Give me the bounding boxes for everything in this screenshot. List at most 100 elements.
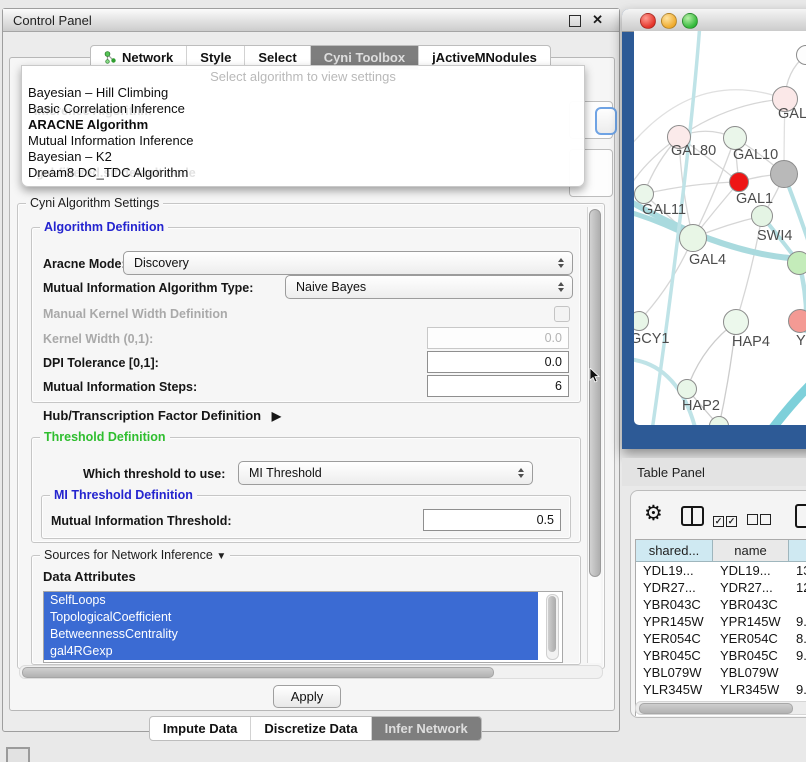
close-icon[interactable]: ✕ [592,12,603,28]
apply-button[interactable]: Apply [273,685,341,708]
attribute-list-item[interactable]: BetweennessCentrality [44,626,538,643]
table-row[interactable]: YER054CYER054C8. [636,630,806,647]
ghost-inference-algorithm-label: Inference Algorithm [34,104,152,118]
table-row[interactable]: YDR27...YDR27...12 [636,579,806,596]
cyni-settings-title: Cyni Algorithm Settings [26,196,163,210]
table-cell: 8. [789,630,806,647]
sources-title: Sources for Network Inference ▼ [40,548,230,562]
network-node-gal1[interactable] [729,172,749,192]
column-header-shared...[interactable]: shared... [636,540,713,562]
attribute-list-item[interactable]: SelfLoops [44,592,538,609]
table-panel-titlebar[interactable]: Table Panel [622,458,806,486]
node-label: GAL1 [736,191,773,207]
panel-icon[interactable] [795,504,806,528]
table-row[interactable]: YBR045CYBR045C9. [636,647,806,664]
table-row[interactable]: YBR043CYBR043C [636,596,806,613]
ghost-default-node-label: gal-filtered.sif default node [36,166,196,180]
popup-placeholder: Select algorithm to view settings [22,69,584,84]
node-label: SWI4 [757,228,792,244]
table-row[interactable]: YLR345WYLR345W9. [636,681,806,698]
tab-label: Discretize Data [264,721,357,736]
settings-horizontal-scrollbar-thumb[interactable] [22,667,494,678]
mi-threshold-input[interactable]: 0.5 [423,509,561,531]
collapsed-widget[interactable] [6,747,30,762]
tab-impute-data[interactable]: Impute Data [150,717,250,740]
hub-definition-toggle[interactable]: Hub/Transcription Factor Definition ▶ [43,408,281,423]
aracne-mode-combo[interactable]: Discovery [123,251,573,275]
table-cell: YBR045C [713,647,789,664]
mouse-cursor [589,368,601,384]
table-panel-title: Table Panel [637,465,705,480]
network-node[interactable] [787,251,806,275]
table-row[interactable]: YDL19...YDL19...13 [636,562,806,579]
tab-infer-network[interactable]: Infer Network [371,717,481,740]
manual-kernel-label: Manual Kernel Width Definition [43,307,228,321]
collapse-arrow-icon[interactable]: ▼ [216,551,226,562]
control-panel-titlebar[interactable]: Control Panel ✕ [3,9,619,32]
table-row[interactable]: YPR145WYPR145W9. [636,613,806,630]
select-all-checkboxes-icon[interactable]: ✓✓ [713,511,739,529]
aracne-mode-value: Discovery [134,256,189,270]
kernel-width-label: Kernel Width (0,1): [43,332,153,346]
manual-kernel-checkbox[interactable] [554,306,570,322]
zoom-traffic-light-icon[interactable] [682,13,698,29]
mi-threshold-label: Mutual Information Threshold: [51,514,232,528]
dpi-tolerance-input[interactable]: 0.0 [427,351,569,373]
network-node-gal11[interactable] [634,184,654,204]
network-window-titlebar[interactable] [622,9,806,32]
columns-icon[interactable] [681,506,704,526]
table-cell: YBR045C [636,647,713,664]
network-node-hap4[interactable] [723,309,749,335]
table-row[interactable]: YBL079WYBL079W [636,664,806,681]
mi-steps-input[interactable]: 6 [427,375,569,397]
settings-vertical-scrollbar-thumb[interactable] [589,209,601,577]
network-node-gal4[interactable] [679,224,707,252]
column-header-name[interactable]: name [713,540,789,562]
focused-spinner-fragment[interactable] [595,107,617,135]
attribute-list-item[interactable]: gal4RGexp [44,643,538,660]
algorithm-dropdown-popup: Inference Algorithm gal-filtered.sif def… [21,65,585,187]
node-attribute-table[interactable]: shared...name YDL19...YDL19...13YDR27...… [635,539,806,716]
table-cell: 9. [789,681,806,698]
deselect-all-checkboxes-icon[interactable] [747,512,773,530]
mi-type-value: Naive Bayes [296,280,366,294]
tab-discretize-data[interactable]: Discretize Data [250,717,370,740]
minimize-traffic-light-icon[interactable] [661,13,677,29]
settings-horizontal-scrollbar[interactable] [19,665,603,679]
network-canvas[interactable]: GALGAL80GAL10GAL1GAL11SWI4GAL4GCY1HAP4YH… [634,31,806,425]
algorithm-option[interactable]: Mutual Information Inference [28,133,578,149]
attribute-list-item[interactable]: TopologicalCoefficient [44,609,538,626]
tab-label: Network [122,50,173,65]
algorithm-definition-title: Algorithm Definition [40,220,168,234]
network-node-swi4[interactable] [751,205,773,227]
kernel-width-input[interactable]: 0.0 [427,327,569,349]
float-window-icon[interactable] [569,15,581,27]
settings-vertical-scrollbar[interactable] [587,207,601,663]
close-traffic-light-icon[interactable] [640,13,656,29]
network-node-y[interactable] [788,309,806,333]
tab-label: Impute Data [163,721,237,736]
table-horizontal-scrollbar[interactable] [635,701,806,715]
table-cell: YDL19... [636,562,713,579]
which-threshold-value: MI Threshold [249,466,322,480]
network-node-hap2[interactable] [677,379,697,399]
attributes-scrollbar[interactable] [546,594,559,660]
algorithm-option[interactable]: Bayesian – K2 [28,149,578,165]
mi-type-combo[interactable]: Naive Bayes [285,275,573,299]
network-view-window: GALGAL80GAL10GAL1GAL11SWI4GAL4GCY1HAP4YH… [622,9,806,449]
table-cell: YBR043C [713,596,789,613]
table-cell: 9. [789,613,806,630]
data-attributes-list[interactable]: SelfLoopsTopologicalCoefficientBetweenne… [43,591,563,663]
table-cell: 13 [789,562,806,579]
bottom-tabbar: Impute Data Discretize Data Infer Network [149,716,482,741]
data-attributes-label: Data Attributes [43,569,136,584]
node-label: HAP2 [682,398,720,414]
algorithm-option[interactable]: ARACNE Algorithm [28,117,578,133]
table-horizontal-scrollbar-thumb[interactable] [639,703,793,714]
gear-icon[interactable]: ⚙ [644,501,663,526]
which-threshold-combo[interactable]: MI Threshold [238,461,533,485]
network-node[interactable] [770,160,798,188]
algorithm-option[interactable]: Bayesian – Hill Climbing [28,85,578,101]
column-header-extra[interactable] [789,540,806,562]
node-label: GAL80 [671,143,716,159]
